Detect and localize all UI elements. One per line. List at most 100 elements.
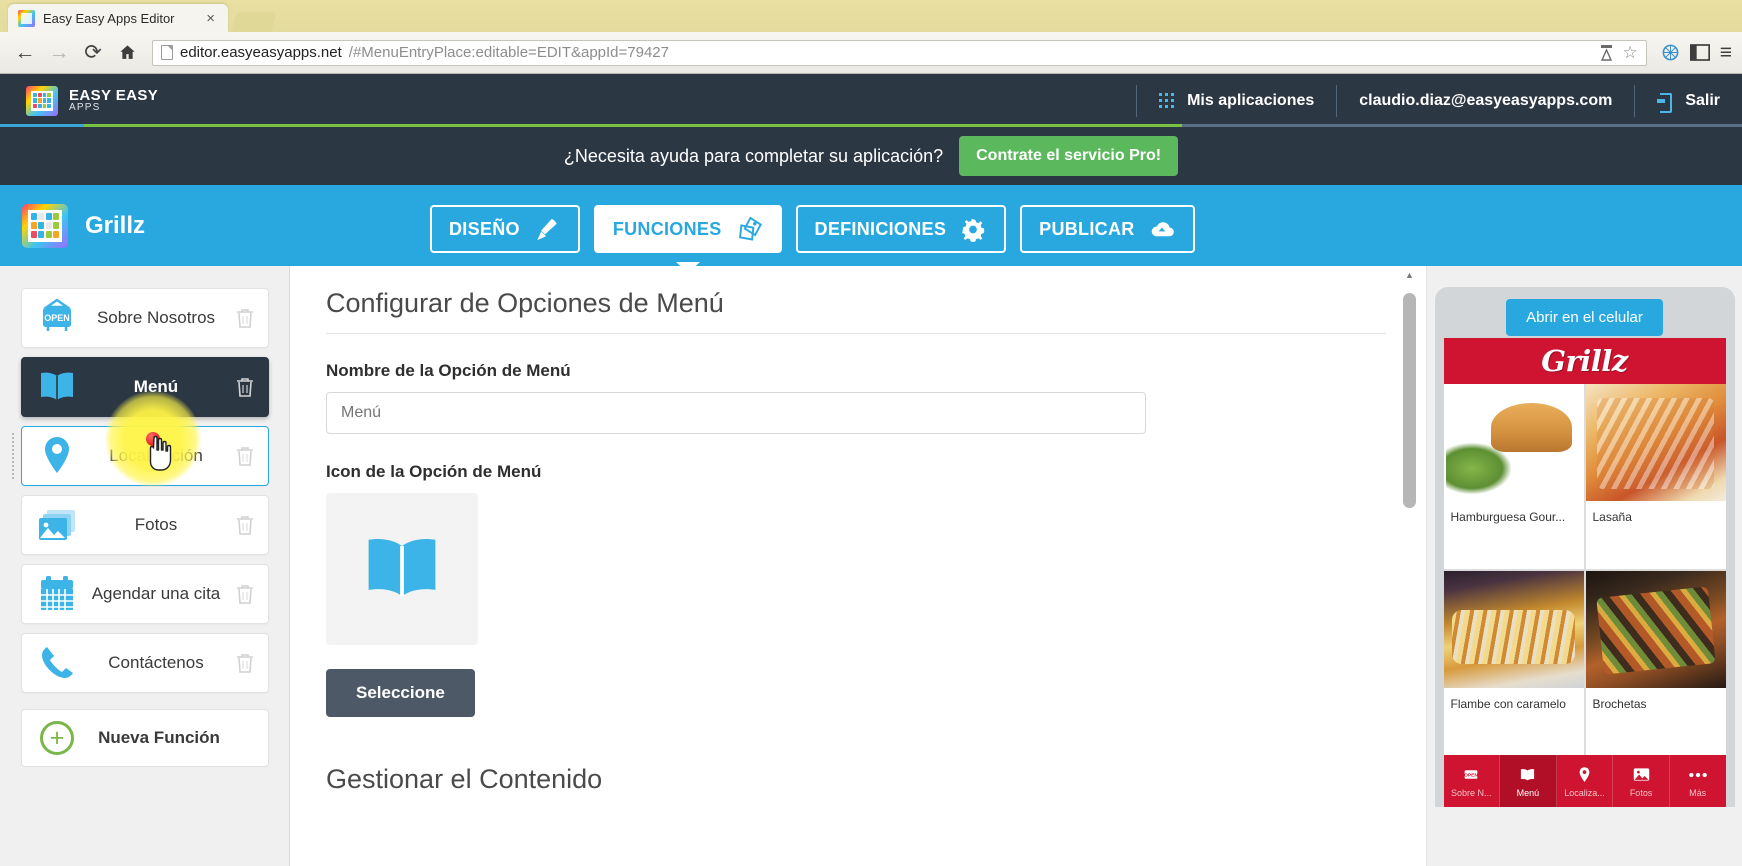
tab-funciones-label: FUNCIONES <box>613 219 722 240</box>
menu-item-caption: Lasaña <box>1586 501 1726 532</box>
sidebar-item-contactenos[interactable]: Contáctenos <box>21 633 269 693</box>
promo-bar: ¿Necesita ayuda para completar su aplica… <box>0 127 1742 185</box>
user-account[interactable]: claudio.diaz@easyeasyapps.com <box>1336 85 1634 117</box>
scrollbar-track[interactable] <box>1403 285 1416 866</box>
trash-icon[interactable] <box>236 653 254 674</box>
menu-item-card[interactable]: Lasaña <box>1586 384 1726 569</box>
tags-icon <box>735 216 763 243</box>
browser-tabstrip: Easy Easy Apps Editor × <box>0 0 1742 32</box>
phone-tab-mas[interactable]: Más <box>1670 755 1726 807</box>
trash-icon[interactable] <box>236 308 254 329</box>
extension-icon[interactable] <box>1661 43 1680 62</box>
back-icon[interactable]: ← <box>10 38 40 68</box>
my-apps-label: Mis aplicaciones <box>1187 92 1314 110</box>
window-icon[interactable] <box>1690 44 1710 61</box>
new-tab-button[interactable] <box>231 12 277 32</box>
main-panel: Configurar de Opciones de Menú Nombre de… <box>290 266 1427 866</box>
browser-menu-icon[interactable]: ≡ <box>1720 41 1732 65</box>
sidebar-item-menu[interactable]: Menú <box>21 357 269 417</box>
functions-sidebar: OPEN Sobre Nosotros Menú <box>0 266 290 866</box>
main-scrollbar[interactable]: ▲ ▼ <box>1401 266 1418 866</box>
open-on-mobile-button[interactable]: Abrir en el celular <box>1506 299 1663 336</box>
bookmark-icon[interactable]: ☆ <box>1622 43 1637 63</box>
close-icon[interactable]: × <box>201 11 220 26</box>
new-function-label: Nueva Función <box>74 728 254 748</box>
logout-label: Salir <box>1685 92 1720 110</box>
manage-content-title: Gestionar el Contenido <box>326 764 1386 795</box>
menu-item-caption: Flambe con caramelo <box>1444 688 1584 719</box>
menu-item-card[interactable]: Hamburguesa Gour... <box>1444 384 1584 569</box>
cast-icon[interactable] <box>1600 44 1613 61</box>
phone-tab-fotos[interactable]: Fotos <box>1613 755 1670 807</box>
workspace: OPEN Sobre Nosotros Menú <box>0 266 1742 866</box>
trash-icon[interactable] <box>236 446 254 467</box>
hire-pro-service-button[interactable]: Contrate el servicio Pro! <box>959 136 1178 176</box>
my-apps-button[interactable]: Mis aplicaciones <box>1136 85 1336 117</box>
home-icon[interactable] <box>112 38 142 68</box>
menu-item-caption: Hamburguesa Gour... <box>1444 501 1584 532</box>
menu-name-input[interactable] <box>326 392 1146 434</box>
trash-icon[interactable] <box>236 584 254 605</box>
scrollbar-thumb[interactable] <box>1403 293 1416 508</box>
exit-icon <box>1657 93 1672 109</box>
burger-photo <box>1444 384 1584 501</box>
app-nav: Grillz DISEÑO FUNCIONES DEFINICIONES <box>0 185 1742 266</box>
flambe-photo <box>1444 571 1584 688</box>
photos-icon <box>1631 765 1651 785</box>
select-icon-button[interactable]: Seleccione <box>326 669 475 717</box>
tab-funciones[interactable]: FUNCIONES <box>594 205 782 253</box>
sidebar-item-localizacion[interactable]: Localización <box>21 426 269 486</box>
easyeasy-logo-icon <box>26 86 58 116</box>
brand-logo[interactable]: EASY EASY APPS <box>0 86 158 116</box>
new-function-button[interactable]: + Nueva Función <box>21 709 269 767</box>
phone-tab-localizacion[interactable]: Localiza... <box>1557 755 1614 807</box>
open-sign-icon: OPEN <box>32 296 82 340</box>
trash-icon[interactable] <box>236 515 254 536</box>
phone-icon <box>32 641 82 685</box>
phone-tab-label: Fotos <box>1630 788 1653 798</box>
sidebar-item-sobre-nosotros[interactable]: OPEN Sobre Nosotros <box>21 288 269 348</box>
sidebar-item-label: Contáctenos <box>82 653 236 673</box>
sidebar-item-label: Agendar una cita <box>82 584 236 604</box>
tab-definiciones-label: DEFINICIONES <box>815 219 947 240</box>
pin-icon <box>32 434 82 478</box>
plus-circle-icon: + <box>40 721 74 755</box>
menu-item-card[interactable]: Flambe con caramelo <box>1444 571 1584 756</box>
topbar-underline <box>0 124 1742 127</box>
menu-icon-label: Icon de la Opción de Menú <box>326 462 1386 482</box>
tab-diseno[interactable]: DISEÑO <box>430 205 580 253</box>
sidebar-item-agendar-una-cita[interactable]: Agendar una cita <box>21 564 269 624</box>
app-name: Grillz <box>85 212 145 240</box>
tab-definiciones[interactable]: DEFINICIONES <box>796 205 1007 253</box>
tab-diseno-label: DISEÑO <box>449 219 520 240</box>
app-topbar: EASY EASY APPS Mis aplicaciones claudio.… <box>0 74 1742 127</box>
user-email: claudio.diaz@easyeasyapps.com <box>1359 92 1612 110</box>
menu-item-card[interactable]: Brochetas <box>1586 571 1726 756</box>
phone-tab-sobre-nosotros[interactable]: OPEN Sobre N... <box>1444 755 1501 807</box>
logout-button[interactable]: Salir <box>1634 85 1742 117</box>
scroll-up-arrow-icon[interactable]: ▲ <box>1401 266 1418 283</box>
trash-icon[interactable] <box>236 377 254 398</box>
phone-mockup: Abrir en el celular Grillz Hamburguesa G… <box>1435 287 1735 807</box>
brand-line-2: APPS <box>69 103 158 113</box>
forward-icon[interactable]: → <box>44 38 74 68</box>
svg-text:OPEN: OPEN <box>1464 773 1478 779</box>
menu-name-label: Nombre de la Opción de Menú <box>326 361 1386 381</box>
open-sign-icon: OPEN <box>1461 765 1481 785</box>
tab-publicar-label: PUBLICAR <box>1039 219 1134 240</box>
tab-publicar[interactable]: PUBLICAR <box>1020 205 1194 253</box>
phone-tab-label: Localiza... <box>1564 788 1605 798</box>
phone-tab-menu[interactable]: Menú <box>1500 755 1557 807</box>
phone-tabbar: OPEN Sobre N... Menú Lo <box>1444 755 1726 807</box>
phone-app-logo: Grillz <box>1541 344 1628 378</box>
sidebar-item-fotos[interactable]: Fotos <box>21 495 269 555</box>
gear-icon <box>959 216 987 243</box>
brush-icon <box>533 216 561 243</box>
reload-icon[interactable]: ⟳ <box>78 38 108 68</box>
lasagna-photo <box>1586 384 1726 501</box>
drag-handle[interactable] <box>12 433 18 481</box>
address-bar[interactable]: editor.easyeasyapps.net /#MenuEntryPlace… <box>152 40 1647 66</box>
brand-line-1: EASY EASY <box>69 88 158 103</box>
browser-tab[interactable]: Easy Easy Apps Editor × <box>8 4 228 32</box>
phone-screen: Grillz Hamburguesa Gour... Lasaña Flambe… <box>1444 338 1726 807</box>
